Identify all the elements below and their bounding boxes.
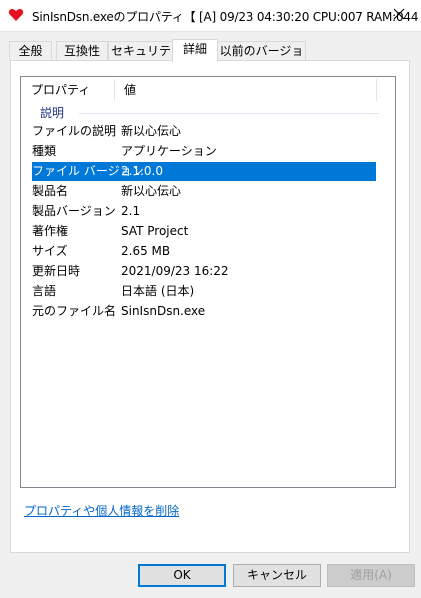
property-name: 製品バージョン — [32, 204, 116, 218]
property-value: アプリケーション — [121, 144, 217, 158]
cancel-button[interactable]: キャンセル — [233, 564, 321, 587]
property-value: 2.1 — [121, 204, 141, 218]
remove-properties-link[interactable]: プロパティや個人情報を削除 — [24, 502, 179, 519]
property-value: SinIsnDsn.exe — [121, 304, 206, 318]
close-icon — [393, 8, 405, 23]
list-item[interactable]: ファイルの説明 新以心伝心 — [32, 122, 376, 141]
property-value: SAT Project — [121, 224, 189, 238]
apply-button[interactable]: 適用(A) — [327, 564, 415, 587]
group-header: 説明 — [21, 105, 395, 121]
close-button[interactable] — [377, 0, 421, 31]
title-bar: SinIsnDsn.exeのプロパティ【 [A] 09/23 04:30:20 … — [0, 0, 421, 32]
properties-list[interactable]: プロパティ 値 説明 ファイルの説明 新以心伝心 種類 アプリケーション ファイ… — [20, 76, 396, 488]
property-name: ファイルの説明 — [32, 124, 117, 138]
property-value: 2.65 MB — [121, 244, 171, 258]
tab-details[interactable]: 詳細 — [172, 39, 218, 62]
property-value: 2021/09/23 16:22 — [121, 264, 229, 278]
list-item[interactable]: 言語 日本語 (日本) — [32, 282, 376, 301]
ok-button[interactable]: OK — [138, 564, 226, 587]
tab-general[interactable]: 全般 — [9, 41, 52, 60]
property-name: 著作権 — [32, 224, 69, 238]
property-value: 日本語 (日本) — [121, 284, 195, 298]
list-item-selected[interactable]: ファイル バージョン 2.1.0.0 — [32, 162, 376, 181]
property-name: 元のファイル名 — [32, 304, 117, 318]
list-item[interactable]: 更新日時 2021/09/23 16:22 — [32, 262, 376, 281]
column-header-value[interactable]: 値 — [114, 77, 376, 103]
list-item[interactable]: 製品バージョン 2.1 — [32, 202, 376, 221]
property-name: 言語 — [32, 284, 57, 298]
property-name: 更新日時 — [32, 264, 81, 278]
property-name: 製品名 — [32, 184, 69, 198]
group-label: 説明 — [40, 106, 65, 120]
property-value: 新以心伝心 — [121, 184, 182, 198]
list-item[interactable]: 著作権 SAT Project — [32, 222, 376, 241]
window-title: SinIsnDsn.exeのプロパティ【 [A] 09/23 04:30:20 … — [32, 10, 421, 24]
column-header-property[interactable]: プロパティ — [21, 77, 114, 103]
tab-security[interactable]: セキュリティ — [108, 41, 174, 77]
property-name: サイズ — [32, 244, 68, 258]
property-value: 2.1.0.0 — [121, 164, 163, 178]
list-header: プロパティ 値 — [21, 77, 395, 103]
heart-icon — [8, 7, 24, 23]
property-value: 新以心伝心 — [121, 124, 182, 138]
property-name: 種類 — [32, 144, 57, 158]
tab-compatibility[interactable]: 互換性 — [56, 41, 108, 60]
list-item[interactable]: 種類 アプリケーション — [32, 142, 376, 161]
list-item[interactable]: サイズ 2.65 MB — [32, 242, 376, 261]
list-item[interactable]: 元のファイル名 SinIsnDsn.exe — [32, 302, 376, 321]
list-item[interactable]: 製品名 新以心伝心 — [32, 182, 376, 201]
tab-previous-versions[interactable]: 以前のバージョン — [217, 41, 306, 77]
group-divider — [79, 113, 379, 114]
column-separator[interactable] — [376, 79, 377, 101]
